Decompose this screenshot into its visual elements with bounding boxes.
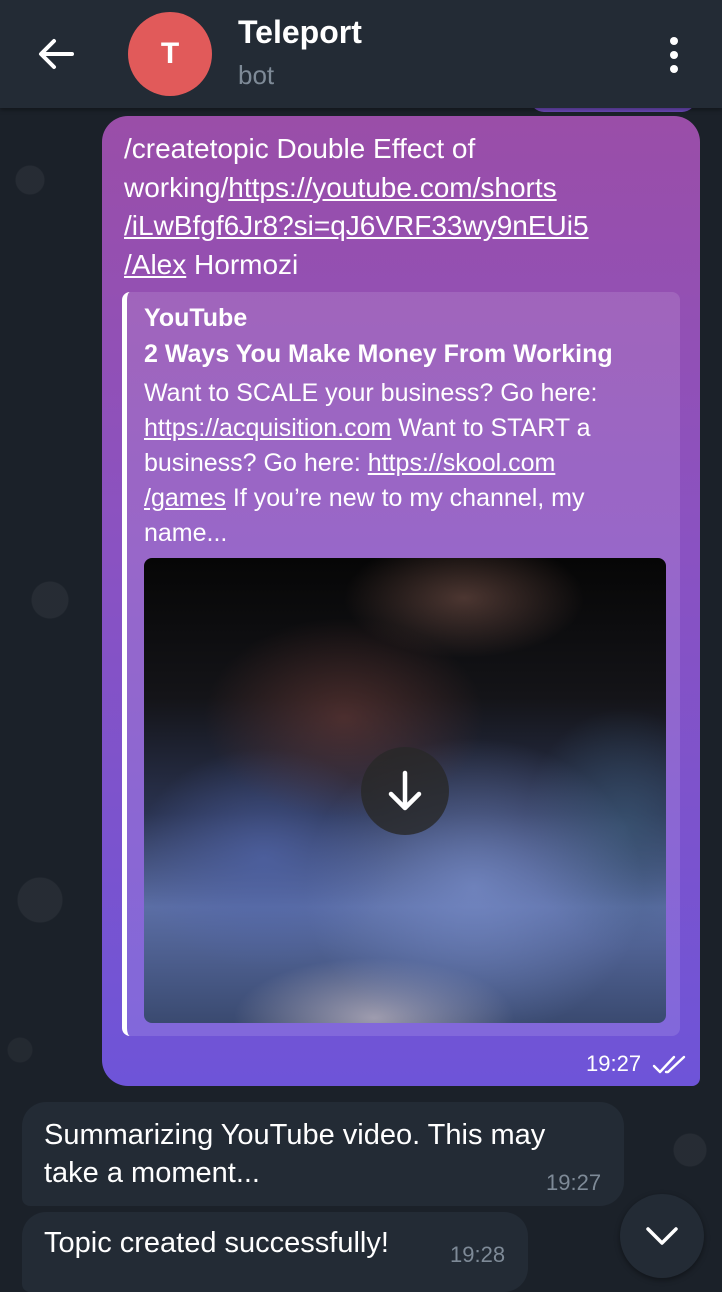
chat-header: T Teleport bot — [0, 0, 722, 108]
incoming-message-text: Summarizing YouTube video. This may take… — [44, 1119, 546, 1189]
more-options-button[interactable] — [654, 30, 694, 80]
dot-icon — [670, 37, 678, 45]
incoming-message-time: 19:28 — [450, 1242, 506, 1267]
outgoing-message-time: 19:27 — [586, 1051, 642, 1076]
acquisition-link[interactable]: https://acquisition.com — [144, 414, 391, 442]
dot-icon — [670, 51, 678, 59]
download-arrow-icon — [388, 770, 422, 811]
avatar[interactable]: T — [128, 12, 212, 96]
link-preview-title: 2 Ways You Make Money From Working — [144, 340, 613, 368]
link-preview-site: YouTube — [144, 304, 248, 332]
link-preview-description: Want to SCALE your business? Go here: ht… — [144, 379, 598, 547]
incoming-message-time: 19:27 — [546, 1170, 602, 1195]
download-button[interactable] — [361, 747, 449, 835]
avatar-letter: T — [160, 37, 180, 70]
dot-icon — [670, 65, 678, 73]
chat-subtitle: bot — [238, 60, 275, 90]
incoming-message-text: Topic created successfully! — [44, 1227, 389, 1259]
scroll-to-bottom-button[interactable] — [620, 1194, 704, 1278]
chat-title[interactable]: Teleport — [238, 14, 362, 51]
outgoing-message-text: /createtopic Double Effect of working/ht… — [124, 133, 589, 280]
back-button[interactable] — [26, 26, 86, 82]
arrow-left-icon — [39, 39, 74, 69]
chevron-down-icon — [646, 1227, 678, 1245]
double-check-icon — [652, 1055, 686, 1074]
